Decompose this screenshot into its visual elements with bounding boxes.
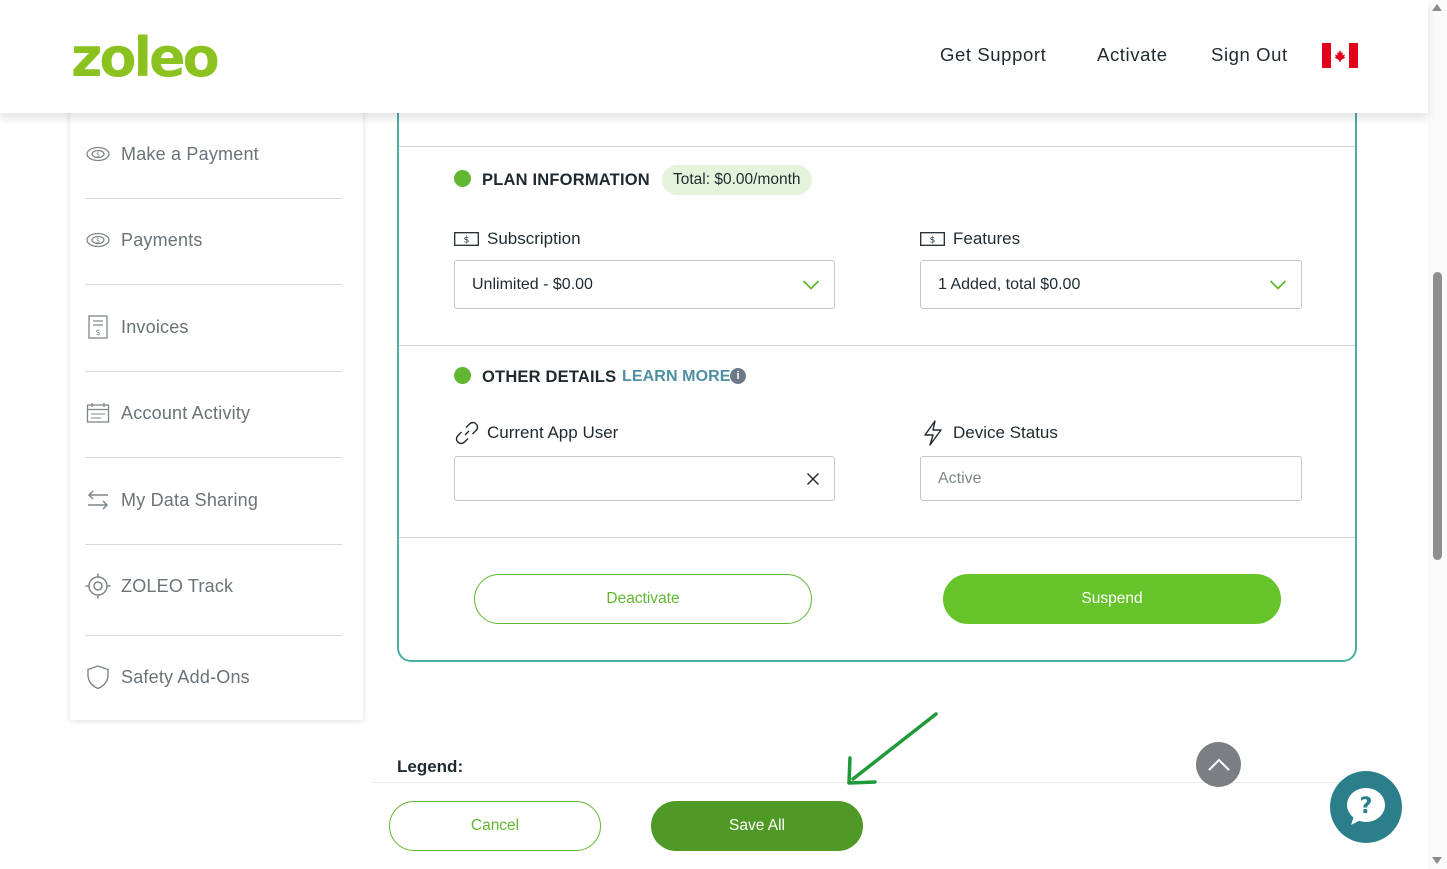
scroll-down-arrow-icon[interactable] <box>1432 857 1442 864</box>
deactivate-button[interactable]: Deactivate <box>474 574 812 624</box>
zoleo-logo[interactable]: zoleo <box>71 26 241 89</box>
nav-activate[interactable]: Activate <box>1097 44 1168 66</box>
scroll-to-top-button[interactable] <box>1196 742 1241 787</box>
logo-text: zoleo <box>71 30 218 82</box>
features-label: $ Features <box>920 229 1020 249</box>
device-status-field: Active <box>920 456 1302 501</box>
sidebar-item-account-activity[interactable]: Account Activity <box>85 398 342 428</box>
sidebar-item-label: Payments <box>121 229 203 250</box>
invoice-icon: $ <box>85 314 111 340</box>
top-header: zoleo Get Support Activate Sign Out <box>0 0 1428 113</box>
sidebar-item-my-data-sharing[interactable]: My Data Sharing <box>85 485 342 515</box>
account-sidebar: $ Make a Payment $ Payments $ Invoices A… <box>70 95 363 720</box>
dollar-bill-icon: $ <box>454 229 479 249</box>
features-label-text: Features <box>953 229 1021 248</box>
subscription-value: Unlimited - $0.00 <box>472 275 593 293</box>
target-icon <box>85 573 111 599</box>
section-divider <box>399 345 1355 346</box>
sidebar-item-zoleo-track[interactable]: ZOLEO Track <box>85 571 342 601</box>
chevron-up-icon <box>1207 758 1230 771</box>
sidebar-item-safety-add-ons[interactable]: Safety Add-Ons <box>85 662 342 692</box>
suspend-button[interactable]: Suspend <box>943 574 1281 624</box>
device-status-label: Device Status <box>920 420 1058 446</box>
sidebar-item-label: Safety Add-Ons <box>121 666 250 687</box>
sidebar-divider <box>85 457 342 458</box>
sidebar-item-payments[interactable]: $ Payments <box>85 225 342 255</box>
sidebar-divider <box>85 284 342 285</box>
svg-text:$: $ <box>95 328 100 337</box>
chevron-down-icon <box>1269 278 1287 296</box>
money-icon: $ <box>85 141 111 167</box>
link-icon <box>454 421 479 445</box>
sidebar-item-make-payment[interactable]: $ Make a Payment <box>85 139 342 169</box>
status-dot-icon <box>454 367 471 384</box>
plan-total-badge: Total: $0.00/month <box>662 165 812 195</box>
svg-text:$: $ <box>96 152 100 159</box>
help-question-icon: ? <box>1347 788 1385 825</box>
device-details-card: PLAN INFORMATION Total: $0.00/month $ Su… <box>397 60 1357 662</box>
scroll-up-arrow-icon[interactable] <box>1432 4 1442 11</box>
dollar-bill-icon: $ <box>920 229 945 249</box>
chevron-down-icon <box>802 278 820 296</box>
svg-text:$: $ <box>464 236 470 246</box>
learn-more-link[interactable]: LEARN MORE <box>622 368 731 386</box>
scroll-thumb[interactable] <box>1433 272 1442 560</box>
sidebar-divider <box>85 198 342 199</box>
svg-text:?: ? <box>1360 794 1373 819</box>
sidebar-divider <box>85 635 342 636</box>
clear-x-icon[interactable] <box>806 472 820 491</box>
sidebar-item-label: My Data Sharing <box>121 489 259 510</box>
other-details-title: OTHER DETAILS <box>482 368 617 386</box>
swap-arrows-icon <box>85 487 111 513</box>
nav-sign-out[interactable]: Sign Out <box>1211 44 1288 66</box>
subscription-label-text: Subscription <box>487 229 581 248</box>
sidebar-item-label: Account Activity <box>121 402 251 423</box>
shield-icon <box>85 664 111 690</box>
plan-information-title: PLAN INFORMATION <box>482 171 650 189</box>
svg-text:$: $ <box>96 238 100 245</box>
cancel-button[interactable]: Cancel <box>389 801 601 851</box>
page-scrollbar[interactable] <box>1428 0 1447 869</box>
current-app-user-input[interactable] <box>454 456 835 501</box>
sidebar-divider <box>85 544 342 545</box>
device-status-label-text: Device Status <box>953 423 1058 442</box>
bottom-action-bar: Cancel Save All <box>371 782 1373 869</box>
features-select[interactable]: 1 Added, total $0.00 <box>920 260 1302 309</box>
sidebar-divider <box>85 371 342 372</box>
sidebar-item-label: ZOLEO Track <box>121 575 234 596</box>
svg-text:$: $ <box>930 236 936 246</box>
sidebar-item-label: Make a Payment <box>121 143 259 164</box>
nav-get-support[interactable]: Get Support <box>940 44 1046 66</box>
section-divider <box>399 537 1355 538</box>
lightning-bolt-icon <box>920 420 945 446</box>
annotation-arrow-icon <box>840 705 950 795</box>
sidebar-item-label: Invoices <box>121 316 189 337</box>
canada-flag-icon[interactable] <box>1322 43 1358 68</box>
info-icon[interactable]: i <box>730 368 746 384</box>
calendar-icon <box>85 400 111 426</box>
current-app-user-label: Current App User <box>454 421 619 445</box>
features-value: 1 Added, total $0.00 <box>938 275 1081 293</box>
current-app-user-label-text: Current App User <box>487 423 619 442</box>
subscription-label: $ Subscription <box>454 229 581 249</box>
device-status-value: Active <box>938 469 982 487</box>
help-chat-button[interactable]: ? <box>1330 771 1402 843</box>
section-divider <box>399 146 1355 147</box>
save-all-button[interactable]: Save All <box>651 801 863 851</box>
subscription-select[interactable]: Unlimited - $0.00 <box>454 260 835 309</box>
sidebar-item-invoices[interactable]: $ Invoices <box>85 312 342 342</box>
legend-title: Legend: <box>397 757 464 776</box>
status-dot-icon <box>454 170 471 187</box>
money-icon: $ <box>85 227 111 253</box>
